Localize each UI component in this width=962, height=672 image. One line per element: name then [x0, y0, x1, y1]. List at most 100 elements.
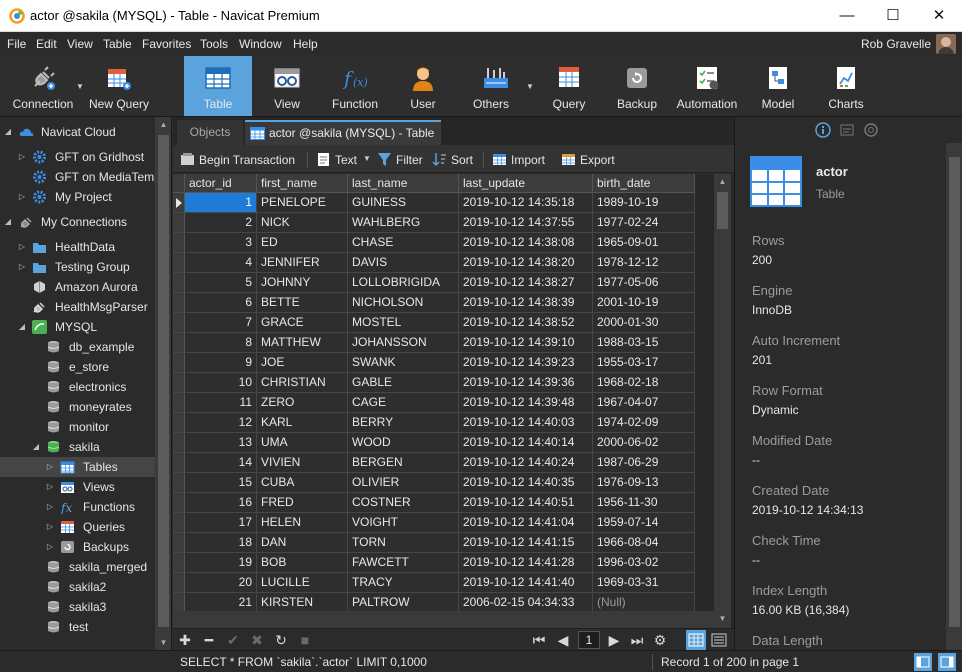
cell-last-update[interactable]: 2019-10-12 14:41:04 — [459, 513, 593, 533]
cell-last-update[interactable]: 2019-10-12 14:41:28 — [459, 553, 593, 573]
others-dropdown-icon[interactable]: ▼ — [526, 82, 534, 91]
begin-transaction-button[interactable]: Begin Transaction — [180, 152, 302, 168]
cell-last-name[interactable]: TORN — [348, 533, 459, 553]
cell-last-update[interactable]: 2019-10-12 14:38:39 — [459, 293, 593, 313]
cell-first-name[interactable]: ZERO — [257, 393, 348, 413]
function-button[interactable]: f (x) Function — [322, 56, 388, 116]
menu-edit[interactable]: Edit — [36, 37, 57, 51]
tree-item-sakila3[interactable]: sakila3 — [0, 597, 155, 617]
table-button[interactable]: Table — [184, 56, 252, 116]
cell-actor-id[interactable]: 19 — [185, 553, 257, 573]
expand-icon[interactable]: ▷ — [45, 541, 55, 553]
column-header-actor-id[interactable]: actor_id — [185, 174, 257, 193]
cell-last-name[interactable]: MOSTEL — [348, 313, 459, 333]
discard-changes-icon[interactable]: ✖ — [248, 631, 266, 649]
cell-first-name[interactable]: CUBA — [257, 473, 348, 493]
row-indicator[interactable] — [173, 573, 185, 593]
cell-last-update[interactable]: 2019-10-12 14:40:14 — [459, 433, 593, 453]
connection-button[interactable]: Connection ▼ — [2, 56, 84, 116]
collapse-icon[interactable]: ◢ — [3, 216, 13, 228]
menu-window[interactable]: Window — [239, 37, 282, 51]
cell-actor-id[interactable]: 20 — [185, 573, 257, 593]
expand-icon[interactable]: ▷ — [17, 261, 27, 273]
sort-button[interactable]: Sort — [432, 152, 477, 168]
row-indicator[interactable] — [173, 373, 185, 393]
column-header-last-name[interactable]: last_name — [348, 174, 459, 193]
cell-last-name[interactable]: COSTNER — [348, 493, 459, 513]
others-button[interactable]: Others ▼ — [462, 56, 534, 116]
add-record-icon[interactable]: ✚ — [176, 631, 194, 649]
row-indicator[interactable] — [173, 593, 185, 613]
menu-tools[interactable]: Tools — [200, 37, 228, 51]
scrollbar-thumb[interactable] — [717, 192, 728, 229]
scroll-down-icon[interactable]: ▼ — [155, 635, 171, 651]
cell-birth-date[interactable]: (Null) — [593, 593, 695, 613]
filter-button[interactable]: Filter — [377, 152, 427, 168]
cell-last-name[interactable]: SWANK — [348, 353, 459, 373]
cell-actor-id[interactable]: 18 — [185, 533, 257, 553]
tree-item-amazon-aurora[interactable]: Amazon Aurora — [0, 277, 155, 297]
cell-birth-date[interactable]: 1987-06-29 — [593, 453, 695, 473]
cell-birth-date[interactable]: 1989-10-19 — [593, 193, 695, 213]
cell-last-update[interactable]: 2019-10-12 14:37:55 — [459, 213, 593, 233]
cell-first-name[interactable]: JOHNNY — [257, 273, 348, 293]
cell-last-name[interactable]: WAHLBERG — [348, 213, 459, 233]
text-button[interactable]: Text ▼ — [316, 152, 371, 168]
row-indicator[interactable] — [173, 453, 185, 473]
expand-icon[interactable]: ▷ — [45, 481, 55, 493]
cell-last-name[interactable]: DAVIS — [348, 253, 459, 273]
expand-icon[interactable]: ▷ — [17, 191, 27, 203]
row-indicator[interactable] — [173, 253, 185, 273]
row-indicator[interactable] — [173, 333, 185, 353]
cell-last-update[interactable]: 2019-10-12 14:41:40 — [459, 573, 593, 593]
info-panel-scrollbar[interactable] — [946, 143, 962, 650]
cell-birth-date[interactable]: 1969-03-31 — [593, 573, 695, 593]
refresh-icon[interactable]: ↻ — [272, 631, 290, 649]
cell-first-name[interactable]: DAN — [257, 533, 348, 553]
cell-last-name[interactable]: OLIVIER — [348, 473, 459, 493]
last-page-icon[interactable]: ⏭ — [628, 631, 646, 649]
cell-actor-id[interactable]: 15 — [185, 473, 257, 493]
settings-gear-icon[interactable]: ⚙ — [651, 631, 669, 649]
cell-birth-date[interactable]: 1974-02-09 — [593, 413, 695, 433]
cell-last-name[interactable]: CHASE — [348, 233, 459, 253]
tree-item-healthdata[interactable]: ▷ HealthData — [0, 237, 155, 257]
row-indicator[interactable] — [173, 293, 185, 313]
cell-first-name[interactable]: BOB — [257, 553, 348, 573]
user-name[interactable]: Rob Gravelle — [861, 37, 931, 51]
tree-item-sakila2[interactable]: sakila2 — [0, 577, 155, 597]
cell-birth-date[interactable]: 1967-04-07 — [593, 393, 695, 413]
cell-first-name[interactable]: PENELOPE — [257, 193, 348, 213]
cell-first-name[interactable]: ED — [257, 233, 348, 253]
grid-vertical-scrollbar[interactable]: ▲ ▼ — [714, 174, 731, 628]
cell-actor-id[interactable]: 7 — [185, 313, 257, 333]
collapse-icon[interactable]: ◢ — [17, 321, 27, 333]
cell-last-update[interactable]: 2019-10-12 14:40:24 — [459, 453, 593, 473]
apply-changes-icon[interactable]: ✔ — [224, 631, 242, 649]
tree-item-test[interactable]: test — [0, 617, 155, 637]
row-indicator[interactable] — [173, 513, 185, 533]
cell-last-name[interactable]: VOIGHT — [348, 513, 459, 533]
cell-first-name[interactable]: LUCILLE — [257, 573, 348, 593]
row-indicator[interactable] — [173, 433, 185, 453]
backup-button[interactable]: Backup — [604, 56, 670, 116]
cell-last-update[interactable]: 2019-10-12 14:39:48 — [459, 393, 593, 413]
cell-last-name[interactable]: NICHOLSON — [348, 293, 459, 313]
close-button[interactable]: ✕ — [916, 0, 962, 32]
cell-first-name[interactable]: VIVIEN — [257, 453, 348, 473]
tree-item-monitor[interactable]: monitor — [0, 417, 155, 437]
cell-birth-date[interactable]: 2000-01-30 — [593, 313, 695, 333]
cell-birth-date[interactable]: 1966-08-04 — [593, 533, 695, 553]
tab-objects[interactable]: Objects — [177, 120, 243, 145]
cell-last-name[interactable]: LOLLOBRIGIDA — [348, 273, 459, 293]
tree-item-gft-mediatemp[interactable]: GFT on MediaTemp — [0, 167, 161, 187]
cell-actor-id[interactable]: 14 — [185, 453, 257, 473]
scroll-up-icon[interactable]: ▲ — [155, 117, 171, 133]
expand-icon[interactable]: ▷ — [17, 151, 27, 163]
avatar[interactable] — [936, 34, 956, 54]
cell-first-name[interactable]: CHRISTIAN — [257, 373, 348, 393]
cell-birth-date[interactable]: 1976-09-13 — [593, 473, 695, 493]
cell-actor-id[interactable]: 6 — [185, 293, 257, 313]
form-view-button[interactable] — [709, 630, 729, 650]
scrollbar-thumb[interactable] — [949, 157, 960, 627]
